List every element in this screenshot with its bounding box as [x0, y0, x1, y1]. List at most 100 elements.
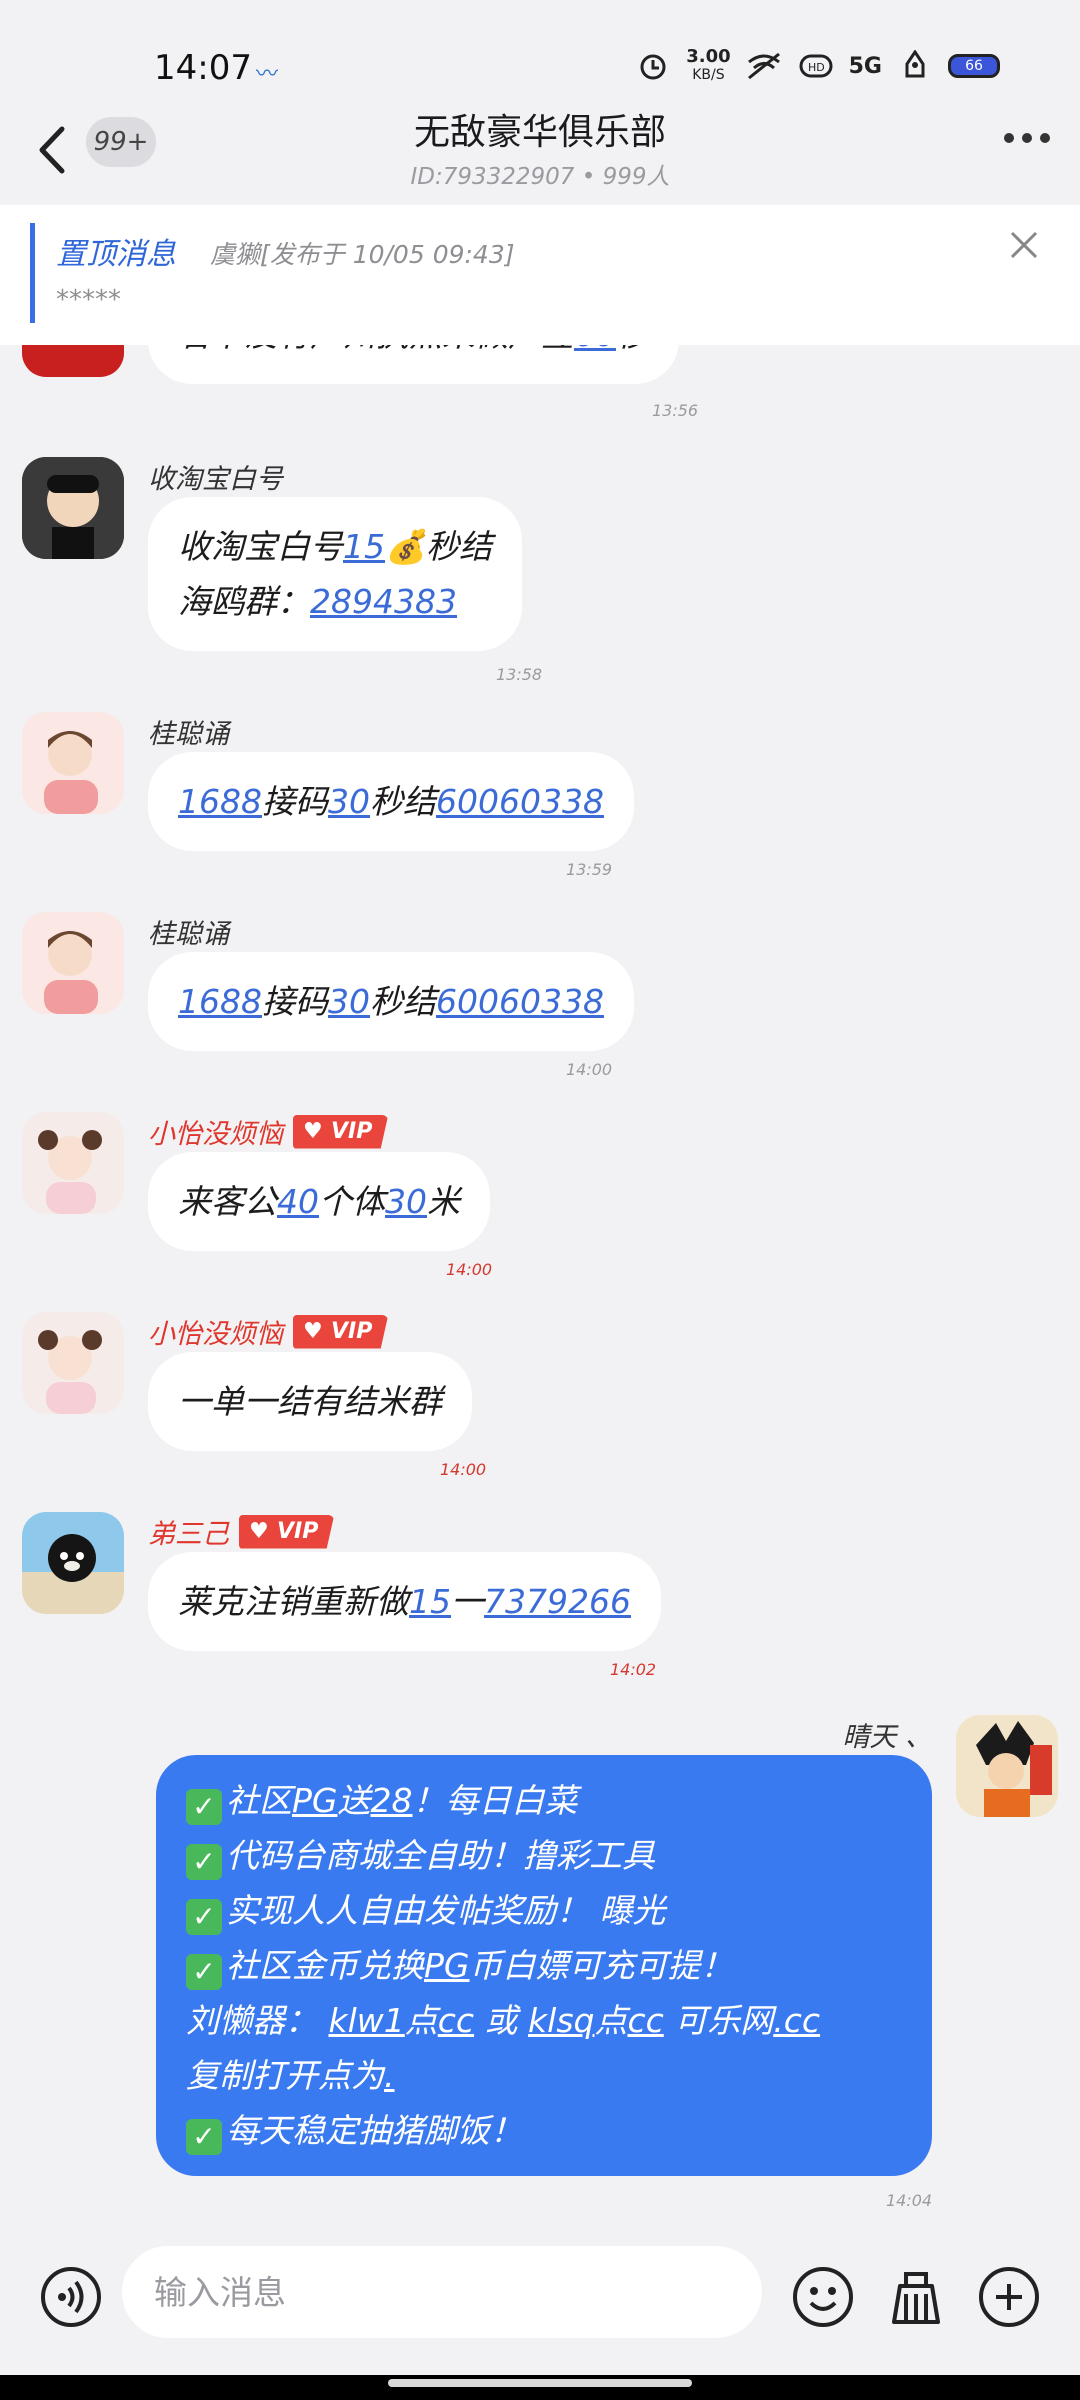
- avatar[interactable]: [22, 912, 124, 1014]
- avatar[interactable]: [22, 1312, 124, 1414]
- message-text: 莱克注销重新做: [178, 1582, 409, 1621]
- message-text: 社区金币兑换: [226, 1946, 424, 1985]
- message-time: 14:00: [566, 1060, 613, 1079]
- message-input[interactable]: [122, 2246, 762, 2338]
- message-number-link[interactable]: 60: [574, 345, 616, 354]
- message-bubble[interactable]: ✓ 社区PG送28！每日白菜 ✓ 代码台商城全自助！撸彩工具 ✓ 实现人人自由发帖奖励…: [156, 1755, 932, 2176]
- plus-icon[interactable]: [978, 2266, 1040, 2328]
- pinned-body: *****: [56, 285, 121, 315]
- avatar-image: [22, 1512, 124, 1614]
- message-number-link[interactable]: 30: [385, 1182, 427, 1221]
- message-time: 14:02: [610, 1660, 657, 1679]
- message-text: 秒结: [369, 782, 436, 821]
- sender-name-text: 弟三己: [148, 1519, 229, 1550]
- home-indicator[interactable]: [388, 2379, 692, 2387]
- bag-icon[interactable]: [884, 2264, 948, 2328]
- message-number-link[interactable]: 60060338: [436, 982, 604, 1021]
- battery-icon: 66: [948, 54, 1000, 78]
- sender-name[interactable]: 收淘宝白号: [148, 457, 283, 496]
- message-text: 一: [451, 1582, 484, 1621]
- message-text: 点: [404, 2001, 438, 2040]
- message-text: 来客公: [178, 1182, 277, 1221]
- message-text: ！每日白菜: [412, 1781, 578, 1820]
- more-icon[interactable]: [1004, 133, 1050, 143]
- system-nav-bar: [0, 2375, 1080, 2400]
- vip-badge: VIP: [239, 1514, 335, 1549]
- message-link[interactable]: .cc: [773, 2001, 820, 2040]
- avatar[interactable]: [22, 1112, 124, 1214]
- message-number-link[interactable]: 15: [409, 1582, 451, 1621]
- message-text: 可乐网: [663, 2001, 774, 2040]
- message-text: 社区: [226, 1781, 292, 1820]
- message-link[interactable]: klw1: [329, 2001, 405, 2040]
- avatar[interactable]: [22, 345, 124, 377]
- message-text: 秒: [616, 345, 649, 354]
- message-link[interactable]: PG: [424, 1946, 469, 1985]
- message-time: 14:00: [440, 1460, 487, 1479]
- message-list[interactable]: 名下没有广州执照来做广签60秒 13:56 收淘宝白号 收淘宝白号15💰秒结 海…: [0, 345, 1080, 2220]
- check-icon: ✓: [186, 1899, 222, 1935]
- sender-name[interactable]: 桂聪诵: [148, 712, 229, 751]
- avatar-image: [22, 712, 124, 814]
- check-icon: ✓: [186, 2119, 222, 2155]
- message-time: 13:56: [652, 401, 699, 420]
- sender-name[interactable]: 晴天 、: [842, 1715, 932, 1754]
- message-number-link[interactable]: 30: [328, 782, 370, 821]
- message-text: 实现人人自由发帖奖励！ 曝光: [226, 1891, 666, 1930]
- message-bubble[interactable]: 莱克注销重新做15一7379266: [148, 1552, 661, 1651]
- message-link[interactable]: 28: [370, 1781, 412, 1820]
- message-bubble[interactable]: 一单一结有结米群: [148, 1352, 472, 1451]
- composer-bar: [0, 2220, 1080, 2375]
- vip-badge: VIP: [293, 1114, 389, 1149]
- message-number-link[interactable]: 15: [343, 527, 385, 566]
- avatar-image: [22, 457, 124, 559]
- message-number-link[interactable]: 7379266: [484, 1582, 631, 1621]
- message-bubble[interactable]: 1688接码30秒结60060338: [148, 752, 634, 851]
- close-icon[interactable]: [1004, 225, 1044, 265]
- alarm-icon: [640, 54, 666, 80]
- avatar[interactable]: [22, 1512, 124, 1614]
- message-number-link[interactable]: 40: [277, 1182, 319, 1221]
- pinned-message[interactable]: 置顶消息 虞獭[发布于 10/05 09:43] *****: [0, 205, 1080, 345]
- rocket-icon: [905, 50, 925, 78]
- message-bubble[interactable]: 来客公40个体30米: [148, 1152, 490, 1251]
- money-bag-emoji: 💰: [385, 527, 427, 566]
- pinned-title: 置顶消息: [56, 237, 176, 272]
- sender-name[interactable]: 桂聪诵: [148, 912, 229, 951]
- message-link[interactable]: cc: [438, 2001, 474, 2040]
- avatar[interactable]: [22, 712, 124, 814]
- avatar[interactable]: [956, 1715, 1058, 1817]
- hd-call-icon: HD: [799, 54, 833, 78]
- avatar-image: [22, 1312, 124, 1414]
- avatar[interactable]: [22, 457, 124, 559]
- message-time: 13:59: [566, 860, 613, 879]
- message-number-link[interactable]: 30: [328, 982, 370, 1021]
- sender-name[interactable]: 小怡没烦恼 VIP: [148, 1112, 389, 1151]
- message-bubble[interactable]: 1688接码30秒结60060338: [148, 952, 634, 1051]
- message-number-link[interactable]: 60060338: [436, 782, 604, 821]
- avatar-image: [22, 1112, 124, 1214]
- status-icons: 3.00 KB/S HD 5G 66: [634, 48, 1000, 84]
- message-number-link[interactable]: 1688: [178, 982, 262, 1021]
- emoji-icon[interactable]: [792, 2266, 854, 2328]
- message-link[interactable]: klsq: [528, 2001, 594, 2040]
- check-icon: ✓: [186, 1844, 222, 1880]
- message-text: 币白嫖可充可提！: [469, 1946, 734, 1985]
- message-text: 刘懒器：: [186, 2001, 329, 2040]
- message-link[interactable]: .: [384, 2056, 395, 2095]
- notification-icon: 〰: [256, 62, 279, 87]
- sender-name[interactable]: 小怡没烦恼 VIP: [148, 1312, 389, 1351]
- message-number-link[interactable]: 1688: [178, 782, 262, 821]
- message-bubble[interactable]: 收淘宝白号15💰秒结 海鸥群：2894383: [148, 497, 523, 651]
- message-text: 一单一结有结米群: [178, 1382, 442, 1421]
- message-text: 每天稳定抽猪脚饭！: [226, 2111, 523, 2150]
- pinned-meta: 虞獭[发布于 10/05 09:43]: [210, 240, 515, 269]
- message-number-link[interactable]: 2894383: [310, 582, 457, 621]
- voice-icon[interactable]: [40, 2266, 102, 2328]
- message-link[interactable]: cc: [627, 2001, 663, 2040]
- message-bubble[interactable]: 名下没有广州执照来做广签60秒: [148, 345, 679, 384]
- sender-name[interactable]: 弟三己 VIP: [148, 1512, 335, 1551]
- message-link[interactable]: PG: [292, 1781, 337, 1820]
- message-text: 名下没有广州执照来做广签: [178, 345, 574, 354]
- network-type: 5G: [848, 53, 882, 79]
